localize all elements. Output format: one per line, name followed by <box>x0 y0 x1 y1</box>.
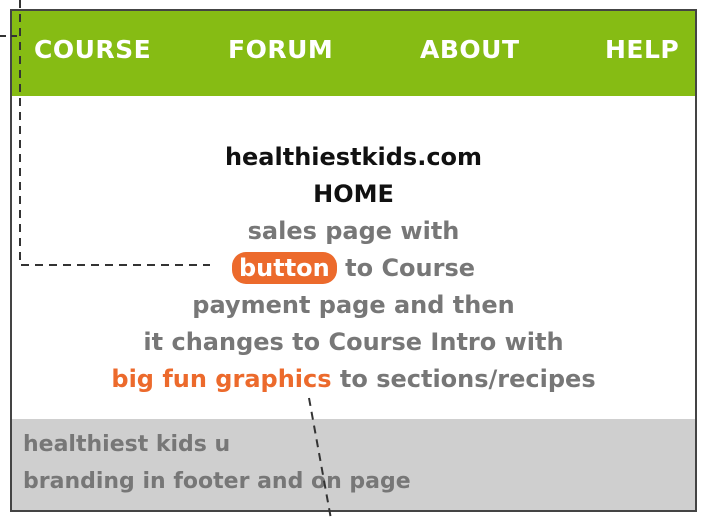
footer-line-1: healthiest kids u <box>23 432 231 457</box>
page-title: HOME <box>313 180 394 208</box>
course-button[interactable]: button <box>231 252 337 284</box>
footer: healthiest kids u branding in footer and… <box>12 419 695 510</box>
graphics-link[interactable]: big fun graphics <box>111 365 331 393</box>
nav-item-forum[interactable]: FORUM <box>228 35 333 64</box>
description-line-5: big fun graphics to sections/recipes <box>12 361 695 398</box>
description-line-2: button to Course <box>12 250 695 287</box>
description-line-1: sales page with <box>247 217 460 245</box>
site-name: healthiestkids.com <box>224 143 483 171</box>
wireframe-frame: COURSE FORUM ABOUT HELP healthiestkids.c… <box>10 9 697 512</box>
footer-line-2: branding in footer and on page <box>23 469 411 494</box>
nav-item-about[interactable]: ABOUT <box>420 35 520 64</box>
description-line-2-rest: to Course <box>336 254 476 282</box>
nav-item-course[interactable]: COURSE <box>34 35 151 64</box>
description-line-4: it changes to Course Intro with <box>143 328 564 356</box>
main-content: healthiestkids.com HOME sales page with … <box>12 139 695 398</box>
description-line-5-rest: to sections/recipes <box>331 365 596 393</box>
description-line-3: payment page and then <box>192 291 515 319</box>
nav-item-help[interactable]: HELP <box>605 35 679 64</box>
nav-bar: COURSE FORUM ABOUT HELP <box>12 11 695 96</box>
